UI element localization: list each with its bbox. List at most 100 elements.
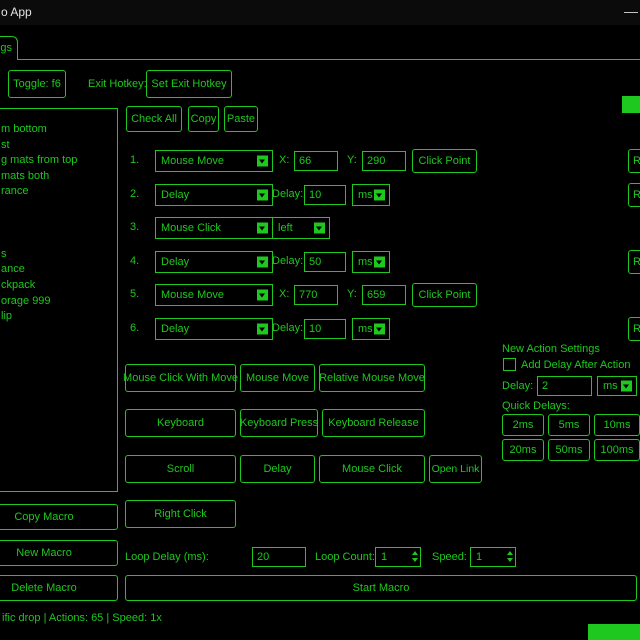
delay-value-input[interactable]: [304, 185, 346, 205]
new-action-settings-title: New Action Settings: [502, 343, 600, 355]
delay-unit-value: ms: [358, 189, 373, 201]
y-coordinate-input[interactable]: [362, 151, 406, 171]
row-number: 2.: [130, 188, 139, 200]
button-label: New Macro: [16, 547, 72, 559]
paste-button[interactable]: Paste: [224, 106, 258, 132]
speed-spinner[interactable]: 1: [470, 547, 516, 567]
dropdown-arrow-icon: [374, 257, 385, 268]
action-type-dropdown[interactable]: Mouse Move: [155, 284, 273, 306]
quick-delay-50ms-button[interactable]: 50ms: [548, 439, 590, 461]
click-point-button[interactable]: Click Point: [412, 149, 477, 173]
exit-hotkey-label: Exit Hotkey:: [88, 78, 147, 90]
button-label: 2ms: [513, 419, 534, 431]
new-delay-input[interactable]: [537, 376, 592, 396]
x-coordinate-input[interactable]: [294, 285, 338, 305]
add-mouse-move-button[interactable]: Mouse Move: [240, 364, 315, 392]
mouse-button-value: left: [278, 222, 293, 234]
add-keyboard-release-button[interactable]: Keyboard Release: [322, 409, 425, 437]
dropdown-arrow-icon: [314, 223, 325, 234]
action-type-dropdown[interactable]: Delay: [155, 251, 273, 273]
remove-label: R: [633, 323, 640, 335]
add-delay-button[interactable]: Delay: [240, 455, 315, 483]
spinner-arrows-icon[interactable]: [507, 551, 513, 562]
action-type-value: Mouse Move: [161, 289, 224, 301]
add-mouse-click-with-move-button[interactable]: Mouse Click With Move: [125, 364, 236, 392]
taskbar-green-block: [588, 624, 640, 640]
remove-button-cropped[interactable]: R: [628, 317, 640, 341]
x-coordinate-input[interactable]: [294, 151, 338, 171]
tab-settings[interactable]: gs: [0, 36, 18, 60]
dropdown-arrow-icon: [257, 190, 268, 201]
button-label: Mouse Click With Move: [123, 372, 238, 384]
remove-button-cropped[interactable]: R: [628, 149, 640, 173]
new-delay-unit-dropdown[interactable]: ms: [597, 376, 637, 396]
button-label: Keyboard Press: [240, 417, 318, 429]
quick-delay-20ms-button[interactable]: 20ms: [502, 439, 544, 461]
button-label: Open Link: [432, 463, 480, 475]
button-label: Keyboard: [157, 417, 204, 429]
remove-label: R: [633, 155, 640, 167]
delay-label: Delay:: [272, 188, 303, 200]
delay-unit-dropdown[interactable]: ms: [352, 318, 390, 340]
delay-value-input[interactable]: [304, 252, 346, 272]
action-type-value: Mouse Click: [161, 222, 221, 234]
dropdown-arrow-icon: [374, 190, 385, 201]
remove-button-cropped[interactable]: R: [628, 250, 640, 274]
action-type-dropdown[interactable]: Delay: [155, 184, 273, 206]
action-row-4: 4. Delay Delay: ms R: [0, 250, 640, 276]
delay-unit-dropdown[interactable]: ms: [352, 251, 390, 273]
loop-delay-input[interactable]: [252, 547, 306, 567]
check-all-button[interactable]: Check All: [126, 106, 182, 132]
y-label: Y:: [347, 154, 357, 166]
button-label: Start Macro: [353, 582, 410, 594]
add-keyboard-press-button[interactable]: Keyboard Press: [240, 409, 318, 437]
button-label: Scroll: [167, 463, 195, 475]
action-type-dropdown[interactable]: Delay: [155, 318, 273, 340]
action-type-value: Delay: [161, 256, 189, 268]
add-delay-checkbox[interactable]: [503, 358, 516, 371]
new-delay-label: Delay:: [502, 380, 533, 392]
add-mouse-click-button[interactable]: Mouse Click: [319, 455, 425, 483]
add-relative-mouse-move-button[interactable]: Relative Mouse Move: [319, 364, 425, 392]
mouse-button-dropdown[interactable]: left: [272, 217, 330, 239]
quick-delay-2ms-button[interactable]: 2ms: [502, 414, 544, 436]
add-right-click-button[interactable]: Right Click: [125, 500, 236, 528]
button-label: 20ms: [510, 444, 537, 456]
copy-button[interactable]: Copy: [188, 106, 219, 132]
action-type-dropdown[interactable]: Mouse Click: [155, 217, 273, 239]
quick-delay-100ms-button[interactable]: 100ms: [594, 439, 640, 461]
delay-unit-value: ms: [358, 256, 373, 268]
toggle-hotkey-button[interactable]: Toggle: f6: [8, 70, 66, 98]
action-type-value: Mouse Move: [161, 155, 224, 167]
quick-delay-10ms-button[interactable]: 10ms: [594, 414, 640, 436]
status-bar-text: ific drop | Actions: 65 | Speed: 1x: [2, 612, 162, 624]
loop-count-spinner[interactable]: 1: [375, 547, 421, 567]
quick-delay-5ms-button[interactable]: 5ms: [548, 414, 590, 436]
add-scroll-button[interactable]: Scroll: [125, 455, 236, 483]
button-label: 5ms: [559, 419, 580, 431]
action-row-3: 3. Mouse Click left: [0, 216, 640, 242]
minimize-button[interactable]: —: [624, 3, 638, 19]
add-keyboard-button[interactable]: Keyboard: [125, 409, 236, 437]
set-exit-hotkey-label: Set Exit Hotkey: [151, 78, 226, 90]
click-point-button[interactable]: Click Point: [412, 283, 477, 307]
scrollbar-top-icon[interactable]: [622, 96, 640, 113]
copy-label: Copy: [191, 113, 217, 125]
copy-macro-button[interactable]: Copy Macro: [0, 504, 118, 530]
delete-macro-button[interactable]: Delete Macro: [0, 575, 118, 601]
action-type-dropdown[interactable]: Mouse Move: [155, 150, 273, 172]
y-coordinate-input[interactable]: [362, 285, 406, 305]
delay-unit-dropdown[interactable]: ms: [352, 184, 390, 206]
remove-button-cropped[interactable]: R: [628, 183, 640, 207]
remove-label: R: [633, 189, 640, 201]
new-macro-button[interactable]: New Macro: [0, 540, 118, 566]
click-point-label: Click Point: [419, 155, 471, 167]
dropdown-arrow-icon: [257, 324, 268, 335]
delay-value-input[interactable]: [304, 319, 346, 339]
list-item[interactable]: m bottom: [0, 122, 117, 138]
set-exit-hotkey-button[interactable]: Set Exit Hotkey: [146, 70, 232, 98]
spinner-arrows-icon[interactable]: [412, 551, 418, 562]
start-macro-button[interactable]: Start Macro: [125, 575, 637, 601]
button-label: Mouse Click: [342, 463, 402, 475]
add-open-link-button[interactable]: Open Link: [429, 455, 482, 483]
